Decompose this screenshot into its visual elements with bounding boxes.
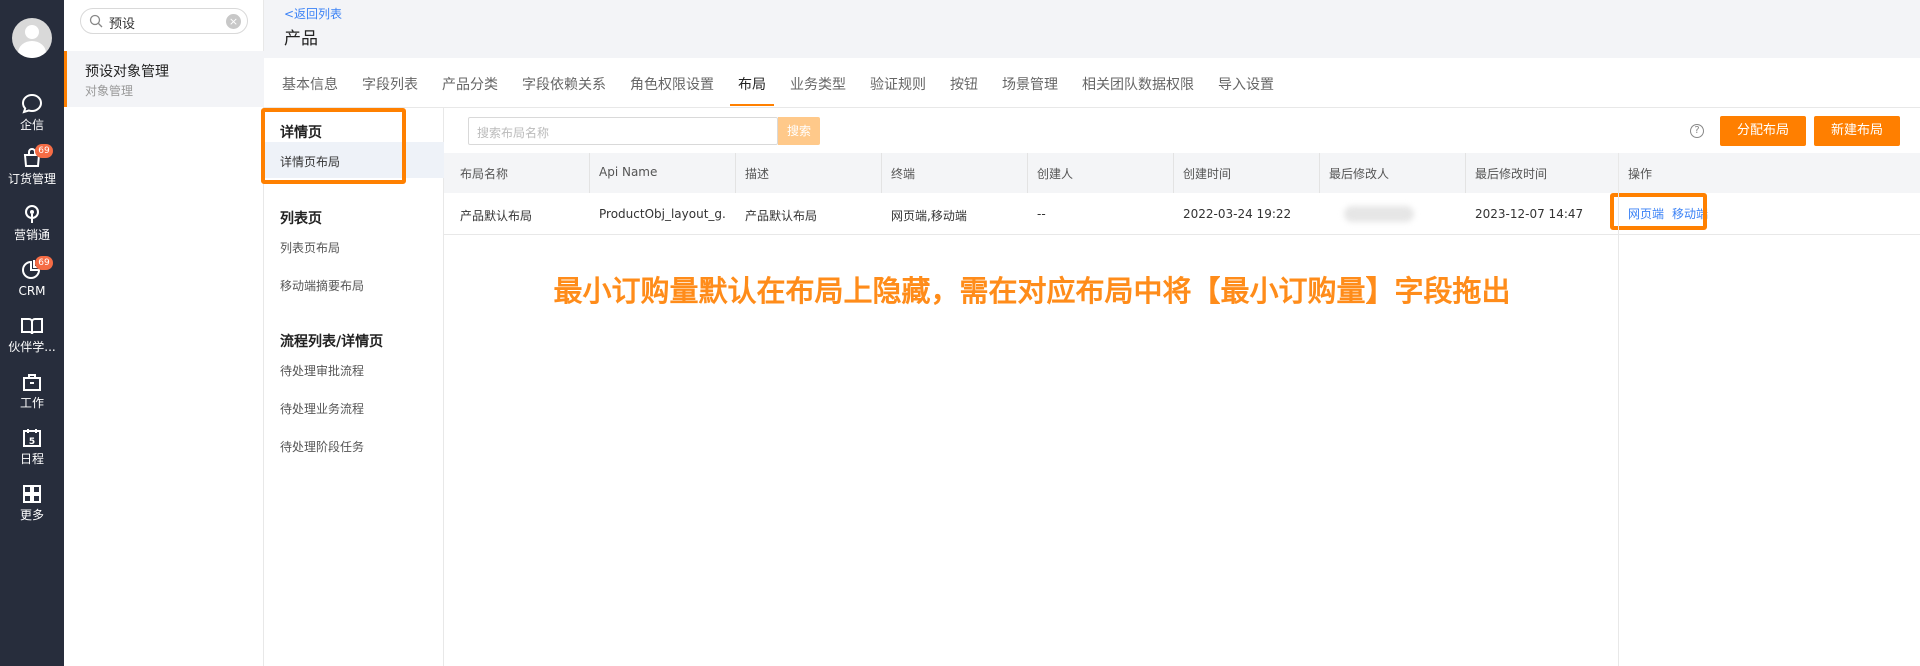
search-icon xyxy=(89,14,103,28)
calendar-day: 5 xyxy=(29,437,35,447)
col-divider xyxy=(1027,153,1028,193)
assign-layout-button[interactable]: 分配布局 xyxy=(1720,116,1806,146)
badge: 69 xyxy=(35,256,53,270)
rail-item-work[interactable]: 工作 xyxy=(0,370,64,422)
cell-description: 产品默认布局 xyxy=(745,209,818,223)
col-actions: 操作 xyxy=(1628,167,1653,181)
rail-label: 日程 xyxy=(19,452,44,466)
col-divider xyxy=(735,153,736,193)
rail-item-partner[interactable]: 伙伴学... xyxy=(0,314,64,366)
broadcast-icon xyxy=(25,205,39,223)
tab-import[interactable]: 导入设置 xyxy=(1218,74,1274,94)
active-tab-indicator xyxy=(730,104,774,106)
search-value: 预设 xyxy=(109,17,136,32)
layout-search-input[interactable]: 搜索布局名称 xyxy=(468,117,778,145)
tab-bar: 基本信息 字段列表 产品分类 字段依赖关系 角色权限设置 布局 业务类型 验证规… xyxy=(264,58,1920,108)
rail-item-crm[interactable]: 69 CRM xyxy=(0,256,64,310)
new-layout-button[interactable]: 新建布局 xyxy=(1814,116,1900,146)
tab-buttons[interactable]: 按钮 xyxy=(950,74,978,94)
badge: 69 xyxy=(35,144,53,158)
tab-field-list[interactable]: 字段列表 xyxy=(362,74,418,94)
rail-label: 更多 xyxy=(19,508,44,522)
tab-layout[interactable]: 布局 xyxy=(738,74,766,94)
tab-scenes[interactable]: 场景管理 xyxy=(1002,74,1058,94)
rail-item-more[interactable]: 更多 xyxy=(0,482,64,534)
rail-item-marketing[interactable]: 营销通 xyxy=(0,202,64,254)
section-item-approval-flow[interactable]: 待处理审批流程 xyxy=(280,362,364,379)
tab-role-perm[interactable]: 角色权限设置 xyxy=(630,74,714,94)
page-title: 产品 xyxy=(284,29,318,49)
cell-terminal: 网页端,移动端 xyxy=(891,209,967,223)
highlight-box-actions xyxy=(1610,193,1707,230)
section-head-list: 列表页 xyxy=(280,211,322,227)
col-layout-name: 布局名称 xyxy=(460,167,509,181)
tab-team-perm[interactable]: 相关团队数据权限 xyxy=(1082,74,1194,94)
object-panel: 预设 × 预设对象管理 对象管理 xyxy=(64,0,264,666)
table-header: 布局名称 Api Name 描述 终端 创建人 创建时间 最后修改人 最后修改时… xyxy=(444,153,1920,193)
clear-icon[interactable]: × xyxy=(226,14,241,29)
section-head-flow: 流程列表/详情页 xyxy=(280,334,384,350)
actions-column-divider xyxy=(1618,153,1619,666)
rail-item-chat[interactable]: 企信 xyxy=(0,92,64,144)
help-icon[interactable]: ? xyxy=(1690,124,1704,138)
rail-label: 工作 xyxy=(19,396,44,410)
section-item-business-flow[interactable]: 待处理业务流程 xyxy=(280,400,364,417)
rail-label: 企信 xyxy=(19,118,44,132)
rail-label: 订货管理 xyxy=(7,172,56,186)
section-item-list-layout[interactable]: 列表页布局 xyxy=(280,239,340,256)
tab-biz-type[interactable]: 业务类型 xyxy=(790,74,846,94)
col-description: 描述 xyxy=(745,167,770,181)
cell-created-time: 2022-03-24 19:22 xyxy=(1183,207,1292,221)
table-row: 产品默认布局 ProductObj_layout_g... 产品默认布局 网页端… xyxy=(444,193,1920,235)
col-creator: 创建人 xyxy=(1037,167,1074,181)
book-icon xyxy=(21,318,43,335)
back-link[interactable]: <返回列表 xyxy=(284,5,342,22)
col-modified-time: 最后修改时间 xyxy=(1475,167,1548,181)
section-item-mobile-summary[interactable]: 移动端摘要布局 xyxy=(280,277,364,294)
tab-field-deps[interactable]: 字段依赖关系 xyxy=(522,74,606,94)
search-button[interactable]: 搜索 xyxy=(778,117,820,145)
rail-label: 伙伴学... xyxy=(8,340,56,354)
tab-category[interactable]: 产品分类 xyxy=(442,74,498,94)
layout-section-list: 详情页 详情页布局 列表页 列表页布局 移动端摘要布局 流程列表/详情页 待处理… xyxy=(261,108,444,666)
cell-modifier-blurred xyxy=(1344,206,1414,222)
cell-layout-name: 产品默认布局 xyxy=(460,209,533,223)
col-api-name: Api Name xyxy=(599,165,658,179)
nav-item-subtitle: 对象管理 xyxy=(85,84,134,98)
grid-icon xyxy=(23,485,41,503)
highlight-box-detail xyxy=(261,108,406,184)
rail-label: 营销通 xyxy=(13,228,50,242)
tab-basic-info[interactable]: 基本信息 xyxy=(282,74,338,94)
calendar-icon: 5 xyxy=(23,429,41,447)
col-divider xyxy=(1173,153,1174,193)
rail-item-schedule[interactable]: 5 日程 xyxy=(0,426,64,478)
chat-icon xyxy=(21,93,43,114)
cell-api-name: ProductObj_layout_g... xyxy=(599,207,727,221)
annotation-text: 最小订购量默认在布局上隐藏，需在对应布局中将【最小订购量】字段拖出 xyxy=(553,274,1511,308)
cell-creator: -- xyxy=(1037,207,1046,221)
col-created-time: 创建时间 xyxy=(1183,167,1232,181)
object-search-input[interactable]: 预设 × xyxy=(80,8,248,34)
col-divider xyxy=(589,153,590,193)
col-divider xyxy=(1319,153,1320,193)
nav-item-preset-objects[interactable]: 预设对象管理 对象管理 xyxy=(64,51,264,107)
briefcase-icon xyxy=(23,374,41,391)
left-rail: 企信 69 订货管理 营销通 69 CRM 伙伴学... 工作 5 日程 更多 xyxy=(0,0,64,666)
search-placeholder: 搜索布局名称 xyxy=(477,126,550,140)
col-divider xyxy=(881,153,882,193)
main-area: <返回列表 产品 基本信息 字段列表 产品分类 字段依赖关系 角色权限设置 布局… xyxy=(261,0,1920,666)
col-modifier: 最后修改人 xyxy=(1329,167,1390,181)
col-divider xyxy=(1465,153,1466,193)
layout-content: 搜索布局名称 搜索 ? 分配布局 新建布局 布局名称 Api Name 描述 终… xyxy=(444,108,1920,666)
col-terminal: 终端 xyxy=(891,167,916,181)
rail-label: CRM xyxy=(18,284,46,298)
tab-validation[interactable]: 验证规则 xyxy=(870,74,926,94)
page-header: <返回列表 产品 xyxy=(264,0,1920,58)
section-item-stage-task[interactable]: 待处理阶段任务 xyxy=(280,438,364,455)
rail-item-orders[interactable]: 69 订货管理 xyxy=(0,144,64,198)
avatar[interactable] xyxy=(12,18,52,58)
nav-item-title: 预设对象管理 xyxy=(85,64,169,80)
cell-modified-time: 2023-12-07 14:47 xyxy=(1475,207,1584,221)
